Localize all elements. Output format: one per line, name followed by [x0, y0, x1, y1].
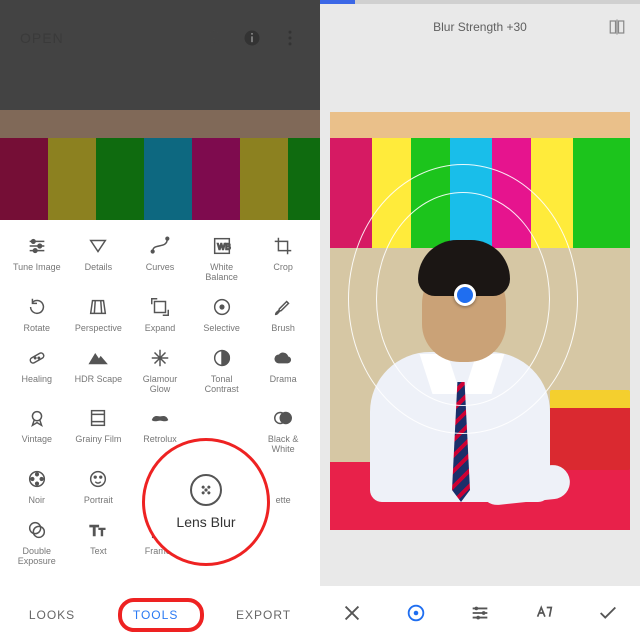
bandage-icon [25, 346, 49, 370]
tool-label: Double Exposure [18, 547, 56, 567]
crop-icon [271, 234, 295, 258]
bottom-tabs: LOOKS TOOLS EXPORT [0, 594, 320, 636]
lens-blur-label: Lens Blur [176, 514, 235, 530]
tool-tune-image[interactable]: Tune Image [6, 228, 68, 289]
open-button[interactable]: OPEN [20, 30, 64, 46]
tools-panel: Tune Image Details Curves WB White Balance Cr… [0, 220, 320, 640]
tool-label: Portrait [84, 496, 113, 506]
tool-curves[interactable]: Curves [129, 228, 191, 289]
layers-icon[interactable] [204, 28, 224, 48]
tool-drama[interactable]: Drama [252, 340, 314, 401]
adjust-button[interactable] [469, 602, 491, 624]
tool-black-white[interactable]: Black & White [252, 400, 314, 461]
tool-text[interactable]: TT Text [68, 512, 130, 573]
expand-icon [148, 295, 172, 319]
svg-text:T: T [90, 524, 99, 540]
tab-looks[interactable]: LOOKS [15, 602, 89, 628]
svg-text:T: T [99, 528, 105, 539]
tool-label: Crop [273, 263, 293, 273]
compare-icon[interactable] [608, 18, 626, 41]
brush-icon [271, 295, 295, 319]
tool-label: Black & White [268, 435, 299, 455]
tool-tonal-contrast[interactable]: Tonal Contrast [191, 340, 253, 401]
tool-label: ette [276, 496, 291, 506]
triangle-down-icon [86, 234, 110, 258]
blur-center-handle[interactable] [454, 284, 476, 306]
tool-label: Details [85, 263, 113, 273]
rotate-icon [25, 295, 49, 319]
tools-selection-screen: OPEN Tune Image Details Curves WB White Bala… [0, 0, 320, 640]
mustache-icon [148, 406, 172, 430]
tool-noir[interactable]: Noir [6, 461, 68, 512]
lens-blur-icon [190, 474, 222, 506]
tool-vintage[interactable]: Vintage [6, 400, 68, 461]
focus-shape-button[interactable] [405, 602, 427, 624]
curve-icon [148, 234, 172, 258]
tool-double-exposure[interactable]: Double Exposure [6, 512, 68, 573]
image-preview-dimmed: OPEN [0, 0, 320, 220]
tool-selective[interactable]: Selective [191, 289, 253, 340]
edited-photo[interactable] [330, 112, 630, 530]
tab-export[interactable]: EXPORT [222, 602, 305, 628]
tool-brush[interactable]: Brush [252, 289, 314, 340]
lens-blur-editor-screen: Blur Strength +30 [320, 0, 640, 640]
tool-label: Expand [145, 324, 176, 334]
tool-label: Tonal Contrast [205, 375, 239, 395]
tool-hdr-scape[interactable]: HDR Scape [68, 340, 130, 401]
tool-label: Tune Image [13, 263, 61, 273]
tool-label: HDR Scape [75, 375, 123, 385]
tool-perspective[interactable]: Perspective [68, 289, 130, 340]
tool-label: Rotate [24, 324, 51, 334]
tool-glamour-glow[interactable]: Glamour Glow [129, 340, 191, 401]
svg-text:WB: WB [217, 243, 231, 252]
editor-bottom-bar [320, 586, 640, 640]
half-circle-icon [210, 346, 234, 370]
editor-header[interactable]: Blur Strength +30 [320, 4, 640, 50]
tool-label: Grainy Film [75, 435, 121, 445]
stack-icon [25, 518, 49, 542]
tool-label: Selective [203, 324, 240, 334]
tool-crop[interactable]: Crop [252, 228, 314, 289]
mountain-icon [86, 346, 110, 370]
tool-white-balance[interactable]: WB White Balance [191, 228, 253, 289]
info-icon[interactable] [242, 28, 262, 48]
apply-button[interactable] [597, 602, 619, 624]
blur-strength-label: Blur Strength +30 [433, 20, 527, 34]
tool-label: Drama [270, 375, 297, 385]
sparkle-icon [148, 346, 172, 370]
badge-icon [25, 406, 49, 430]
cancel-button[interactable] [341, 602, 363, 624]
tool-label: Noir [29, 496, 46, 506]
tool-rotate[interactable]: Rotate [6, 289, 68, 340]
tool-portrait[interactable]: Portrait [68, 461, 130, 512]
sliders-icon [25, 234, 49, 258]
target-icon [210, 295, 234, 319]
tool-label: White Balance [205, 263, 238, 283]
text-icon: TT [86, 518, 110, 542]
perspective-icon [86, 295, 110, 319]
face-icon [86, 467, 110, 491]
tool-label: Text [90, 547, 107, 557]
tool-label: Perspective [75, 324, 122, 334]
tool-details[interactable]: Details [68, 228, 130, 289]
styles-button[interactable] [533, 602, 555, 624]
cloud-icon [271, 346, 295, 370]
tool-grainy-film[interactable]: Grainy Film [68, 400, 130, 461]
tool-label: Brush [271, 324, 295, 334]
reel-icon [25, 467, 49, 491]
tool-label: Healing [22, 375, 53, 385]
bw-icon [271, 406, 295, 430]
wb-icon: WB [210, 234, 234, 258]
vignette-icon [271, 467, 295, 491]
tool-label: Retrolux [143, 435, 177, 445]
lens-blur-highlight[interactable]: Lens Blur [142, 438, 270, 566]
tool-label: Vintage [22, 435, 52, 445]
tool-label: Curves [146, 263, 175, 273]
tools-tab-highlight [118, 598, 204, 632]
tool-expand[interactable]: Expand [129, 289, 191, 340]
more-icon[interactable] [280, 28, 300, 48]
film-icon [86, 406, 110, 430]
tool-healing[interactable]: Healing [6, 340, 68, 401]
tool-label: Glamour Glow [143, 375, 178, 395]
